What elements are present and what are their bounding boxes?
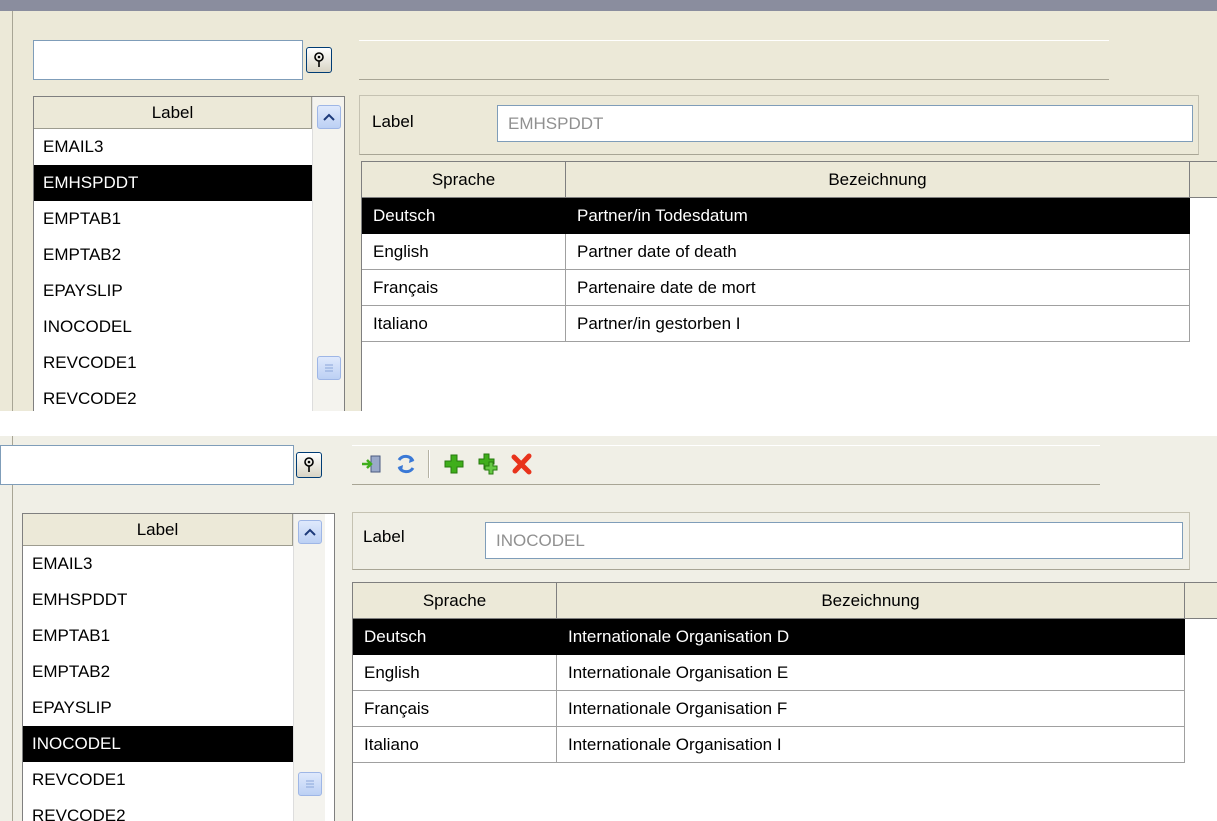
list-item[interactable]: EPAYSLIP bbox=[23, 690, 293, 726]
label-list-header[interactable]: Label bbox=[34, 97, 312, 129]
list-scrollbar[interactable] bbox=[293, 514, 325, 821]
search-button[interactable] bbox=[306, 47, 332, 73]
refresh-icon bbox=[397, 454, 415, 474]
label-caption: Label bbox=[372, 112, 414, 131]
list-item[interactable]: INOCODEL bbox=[34, 309, 312, 345]
column-header-filler bbox=[1190, 162, 1217, 198]
list-item[interactable]: EPAYSLIP bbox=[34, 273, 312, 309]
add-icon bbox=[444, 454, 464, 474]
label-caption: Label bbox=[363, 527, 405, 546]
search-input[interactable] bbox=[33, 40, 303, 80]
column-header-sprache[interactable]: Sprache bbox=[362, 162, 566, 198]
label-list: Label EMAIL3 EMHSPDDT EMPTAB1 EMPTAB2 EP… bbox=[22, 513, 335, 821]
chevron-up-icon bbox=[323, 113, 335, 121]
cell-bezeichnung[interactable]: Internationale Organisation E bbox=[557, 655, 1185, 691]
cell-bezeichnung[interactable]: Internationale Organisation D bbox=[557, 619, 1185, 655]
list-item[interactable]: EMHSPDDT bbox=[34, 165, 312, 201]
column-header-bezeichnung[interactable]: Bezeichnung bbox=[566, 162, 1190, 198]
label-list: Label EMAIL3 EMHSPDDT EMPTAB1 EMPTAB2 EP… bbox=[33, 96, 345, 411]
cell-sprache[interactable]: Deutsch bbox=[353, 619, 557, 655]
column-header-filler bbox=[1185, 583, 1217, 619]
grip-icon bbox=[325, 364, 333, 372]
scroll-up-button[interactable] bbox=[317, 105, 341, 129]
label-group: Label bbox=[352, 512, 1190, 570]
list-item[interactable]: EMHSPDDT bbox=[23, 582, 293, 618]
list-border bbox=[334, 514, 335, 821]
search-button[interactable] bbox=[296, 452, 322, 478]
cell-sprache[interactable]: Deutsch bbox=[362, 198, 566, 234]
cell-bezeichnung[interactable]: Internationale Organisation F bbox=[557, 691, 1185, 727]
list-item[interactable]: EMPTAB1 bbox=[34, 201, 312, 237]
window-top-border bbox=[0, 0, 1217, 11]
label-editor-panel-2: Label EMAIL3 EMHSPDDT EMPTAB1 EMPTAB2 EP… bbox=[0, 436, 1217, 821]
label-value-field[interactable] bbox=[497, 105, 1193, 142]
grip-icon bbox=[306, 780, 314, 788]
frame-left-border bbox=[12, 11, 13, 411]
cell-sprache[interactable]: English bbox=[353, 655, 557, 691]
label-list-header[interactable]: Label bbox=[23, 514, 293, 546]
column-header-bezeichnung[interactable]: Bezeichnung bbox=[557, 583, 1185, 619]
cell-bezeichnung[interactable]: Internationale Organisation I bbox=[557, 727, 1185, 763]
cell-sprache[interactable]: Italiano bbox=[362, 306, 566, 342]
search-input[interactable] bbox=[0, 445, 294, 485]
cell-sprache[interactable]: English bbox=[362, 234, 566, 270]
list-item[interactable]: INOCODEL bbox=[23, 726, 293, 762]
label-value-field[interactable] bbox=[485, 522, 1183, 559]
translation-grid: Sprache Bezeichnung Deutsch Internationa… bbox=[352, 582, 1217, 821]
list-item[interactable]: EMPTAB2 bbox=[34, 237, 312, 273]
toolbar-separator bbox=[428, 450, 430, 478]
translation-grid: Sprache Bezeichnung Deutsch Partner/in T… bbox=[361, 161, 1217, 411]
add-copy-button[interactable] bbox=[474, 450, 502, 478]
toolbar bbox=[352, 445, 1100, 485]
list-item[interactable]: REVCODE2 bbox=[23, 798, 293, 821]
toolbar bbox=[359, 40, 1109, 80]
list-item[interactable]: EMPTAB2 bbox=[23, 654, 293, 690]
label-group: Label bbox=[359, 95, 1199, 155]
search-key-icon bbox=[314, 52, 324, 67]
search-key-icon bbox=[304, 457, 314, 472]
list-item[interactable]: EMAIL3 bbox=[34, 129, 312, 165]
cell-sprache[interactable]: Français bbox=[353, 691, 557, 727]
scroll-thumb[interactable] bbox=[317, 356, 341, 380]
cell-bezeichnung[interactable]: Partner/in gestorben I bbox=[566, 306, 1190, 342]
list-item[interactable]: EMAIL3 bbox=[23, 546, 293, 582]
delete-button[interactable] bbox=[508, 450, 536, 478]
cell-bezeichnung[interactable]: Partner date of death bbox=[566, 234, 1190, 270]
list-scrollbar[interactable] bbox=[312, 97, 344, 411]
column-header-sprache[interactable]: Sprache bbox=[353, 583, 557, 619]
cell-sprache[interactable]: Italiano bbox=[353, 727, 557, 763]
cell-sprache[interactable]: Français bbox=[362, 270, 566, 306]
exit-button[interactable] bbox=[358, 450, 386, 478]
list-border bbox=[344, 97, 345, 411]
scroll-up-button[interactable] bbox=[298, 520, 322, 544]
list-item[interactable]: EMPTAB1 bbox=[23, 618, 293, 654]
frame-left-border bbox=[12, 436, 13, 821]
add-copy-icon bbox=[478, 453, 498, 475]
chevron-up-icon bbox=[304, 528, 316, 536]
cell-bezeichnung[interactable]: Partenaire date de mort bbox=[566, 270, 1190, 306]
list-item[interactable]: REVCODE2 bbox=[34, 381, 312, 411]
list-item[interactable]: REVCODE1 bbox=[34, 345, 312, 381]
list-item[interactable]: REVCODE1 bbox=[23, 762, 293, 798]
add-button[interactable] bbox=[440, 450, 468, 478]
label-editor-panel-1: Label EMAIL3 EMHSPDDT EMPTAB1 EMPTAB2 EP… bbox=[0, 0, 1217, 411]
scroll-thumb[interactable] bbox=[298, 772, 322, 796]
delete-icon bbox=[511, 453, 532, 475]
cell-bezeichnung[interactable]: Partner/in Todesdatum bbox=[566, 198, 1190, 234]
refresh-button[interactable] bbox=[392, 450, 420, 478]
exit-icon bbox=[362, 455, 381, 473]
